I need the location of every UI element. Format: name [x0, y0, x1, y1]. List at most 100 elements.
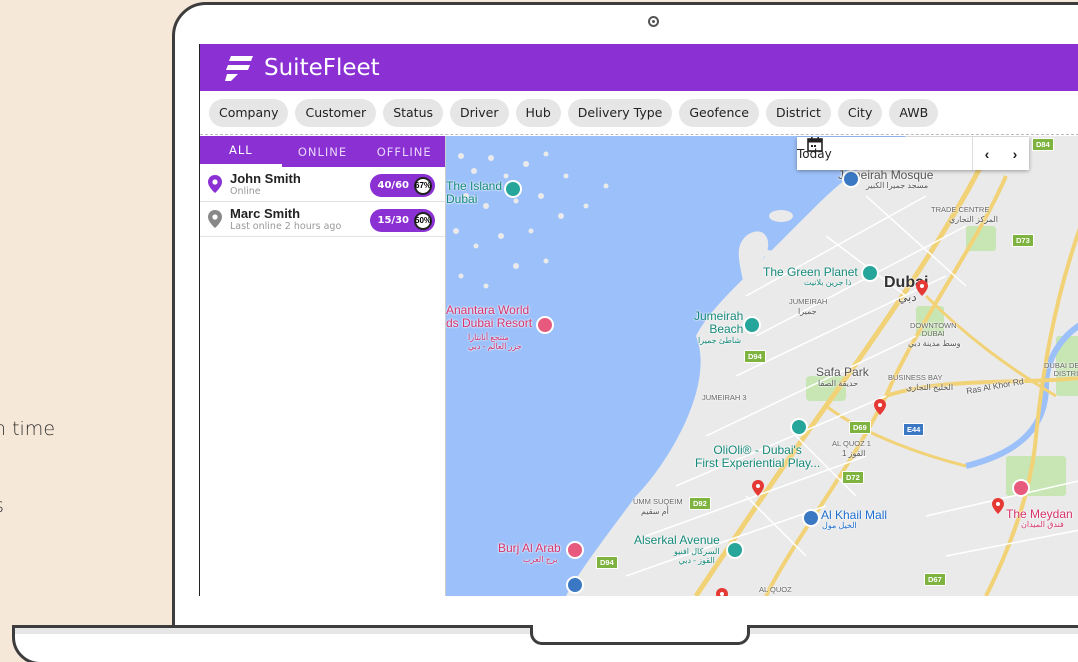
driver-row[interactable]: John Smith Online 40/60 67%: [200, 167, 445, 202]
map-label-anantara-ar: منتجع أنانتارا جزر العالم - دبي: [468, 333, 522, 351]
camera-icon: [648, 16, 659, 27]
map-label-anantara: Anantara World ds Dubai Resort: [446, 303, 533, 331]
delivery-progress-badge: 15/30 50%: [369, 209, 435, 232]
location-pin-icon: [208, 175, 222, 193]
map-label-trade-centre-ar: المركز التجاري: [949, 215, 998, 224]
map-label-safa-park-ar: حديقة الصفا: [818, 379, 859, 388]
mosque-icon: [842, 170, 860, 188]
tab-online[interactable]: ONLINE: [282, 136, 364, 167]
map-label-green-planet-ar: ذا جرين بلانيت: [804, 278, 852, 287]
map-label-jumeirah-mosque-ar: مسجد جميرا الكبير: [866, 181, 929, 190]
map-label-al-quoz-1: AL QUOZ 1: [832, 439, 871, 448]
map-label-downtown-ar: وسط مدينة دبي: [908, 339, 961, 348]
road-shield: D73: [1012, 234, 1034, 247]
delivery-marker-icon[interactable]: [916, 280, 928, 296]
map-label-al-quoz: AL QUOZ: [759, 585, 792, 594]
driver-name: Marc Smith: [230, 206, 301, 221]
filter-delivery-type[interactable]: Delivery Type: [567, 98, 673, 127]
map-label-jumeirah-beach-ar: شاطئ جميرا: [698, 336, 742, 345]
filter-awb[interactable]: AWB: [889, 98, 939, 127]
delivery-marker-icon[interactable]: [752, 480, 764, 496]
delivery-marker-icon[interactable]: [992, 498, 1004, 514]
filter-city[interactable]: City: [837, 98, 883, 127]
road-shield: D94: [744, 350, 766, 363]
filter-district[interactable]: District: [765, 98, 831, 127]
side-text-line: s: [0, 495, 4, 517]
delivery-percent: 67%: [414, 176, 432, 195]
map-label-safa-park: Safa Park: [816, 365, 869, 379]
road-shield: D94: [596, 556, 618, 569]
filter-geofence[interactable]: Geofence: [679, 98, 759, 127]
road-shield: E44: [903, 423, 925, 436]
map-view[interactable]: The Island Dubai Anantara World ds Dubai R…: [446, 136, 1078, 596]
delivery-count: 15/30: [377, 215, 409, 226]
landmark-icon: [566, 576, 584, 594]
side-text-line: n time: [0, 418, 56, 440]
map-label-olioli: OliOli® - Dubai's First Experiential Play…: [695, 443, 821, 471]
calendar-icon: [807, 137, 823, 152]
app-title: SuiteFleet: [264, 54, 380, 81]
hotel-icon: [566, 541, 584, 559]
driver-status: Last online 2 hours ago: [230, 221, 342, 232]
tab-all[interactable]: ALL: [200, 136, 282, 167]
map-label-jumeirah: JUMEIRAH: [789, 297, 828, 306]
park-icon: [504, 180, 522, 198]
map-label-umm-suqeim-ar: أم سقيم: [641, 507, 669, 516]
map-label-alserkal-ar: السركال افنيو القوز - دبي: [674, 547, 720, 565]
map-label-the-island: The Island Dubai: [446, 179, 503, 207]
park-icon: [861, 264, 879, 282]
map-label-alserkal: Alserkal Avenue: [634, 533, 720, 547]
driver-tabs: ALL ONLINE OFFLINE: [200, 136, 445, 167]
beach-icon: [743, 316, 761, 334]
driver-row[interactable]: Marc Smith Last online 2 hours ago 15/30…: [200, 202, 445, 237]
map-label-trade-centre: TRADE CENTRE: [931, 205, 990, 214]
road-shield: D92: [689, 497, 711, 510]
driver-panel: ALL ONLINE OFFLINE John Smith Online 40/…: [200, 136, 446, 596]
road-shield: D69: [849, 421, 871, 434]
map-label-jumeirah-3: JUMEIRAH 3: [702, 393, 747, 402]
road-shield: D72: [842, 471, 864, 484]
filter-company[interactable]: Company: [209, 98, 289, 127]
laptop-notch: [530, 625, 750, 645]
next-date-button[interactable]: ›: [1001, 146, 1029, 162]
map-label-downtown: DOWNTOWN DUBAI: [910, 321, 957, 339]
driver-status: Online: [230, 186, 261, 197]
delivery-marker-icon[interactable]: [874, 399, 886, 415]
filter-driver[interactable]: Driver: [450, 98, 509, 127]
map-label-umm-suqeim: UMM SUQEIM: [633, 497, 683, 506]
mall-icon: [802, 509, 820, 527]
map-label-design-district: DUBAI DESIGNDISTRICT: [1044, 361, 1078, 379]
map-label-burj-al-arab: Burj Al Arab: [498, 541, 561, 555]
filter-bar: Company Customer Status Driver Hub Deliv…: [200, 91, 1078, 135]
delivery-progress-badge: 40/60 67%: [369, 174, 435, 197]
road-shield: D67: [924, 573, 946, 586]
attraction-icon: [790, 418, 808, 436]
map-label-business-bay: BUSINESS BAY: [888, 373, 943, 382]
hotel-icon: [1012, 479, 1030, 497]
hotel-icon: [536, 316, 554, 334]
map-label-jumeirah-ar: جميرا: [798, 307, 817, 316]
delivery-percent: 50%: [414, 211, 432, 230]
tab-offline[interactable]: OFFLINE: [363, 136, 445, 167]
map-label-al-khail-mall-ar: الخيل مول: [822, 521, 857, 530]
filter-hub[interactable]: Hub: [515, 98, 561, 127]
map-label-the-meydan-ar: فندق الميدان: [1021, 520, 1064, 529]
suitefleet-logo-icon: [225, 55, 253, 81]
map-label-burj-al-arab-ar: برج العرب: [523, 555, 558, 564]
map-label-business-bay-ar: الخليج التجاري: [906, 383, 954, 392]
date-label[interactable]: Today: [797, 147, 972, 161]
filter-status[interactable]: Status: [383, 98, 444, 127]
map-label-dubai-ar: دبي: [898, 290, 917, 304]
date-selector: Today ‹ ›: [797, 137, 1029, 170]
app-header: SuiteFleet: [200, 44, 1078, 91]
prev-date-button[interactable]: ‹: [973, 146, 1001, 162]
map-label-al-quoz-1-ar: القوز 1: [842, 449, 866, 458]
delivery-count: 40/60: [377, 180, 409, 191]
location-pin-icon: [208, 210, 222, 228]
delivery-marker-icon[interactable]: [716, 588, 728, 596]
driver-name: John Smith: [230, 171, 301, 186]
attraction-icon: [726, 541, 744, 559]
road-shield: D84: [1032, 138, 1054, 151]
filter-customer[interactable]: Customer: [295, 98, 377, 127]
app-screen: SuiteFleet Company Customer Status Drive…: [199, 44, 1078, 596]
